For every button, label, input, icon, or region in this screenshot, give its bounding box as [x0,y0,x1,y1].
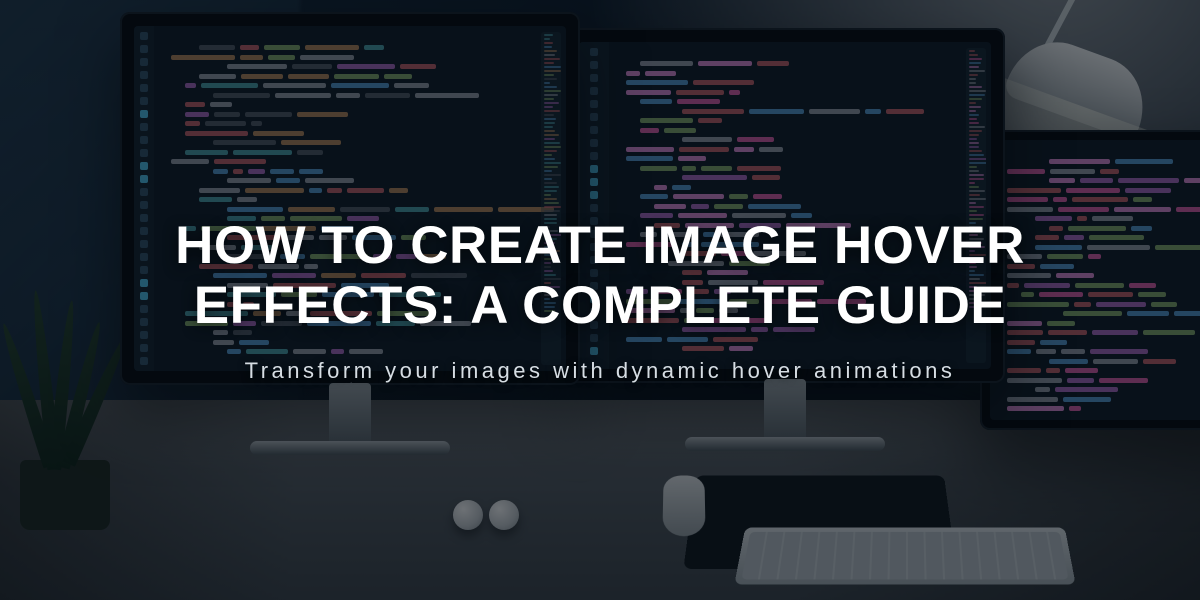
hero-banner: HOW TO CREATE IMAGE HOVER EFFECTS: A COM… [0,0,1200,600]
hero-subtitle: Transform your images with dynamic hover… [245,358,956,384]
hero-title: HOW TO CREATE IMAGE HOVER EFFECTS: A COM… [110,216,1090,337]
text-overlay: HOW TO CREATE IMAGE HOVER EFFECTS: A COM… [0,0,1200,600]
